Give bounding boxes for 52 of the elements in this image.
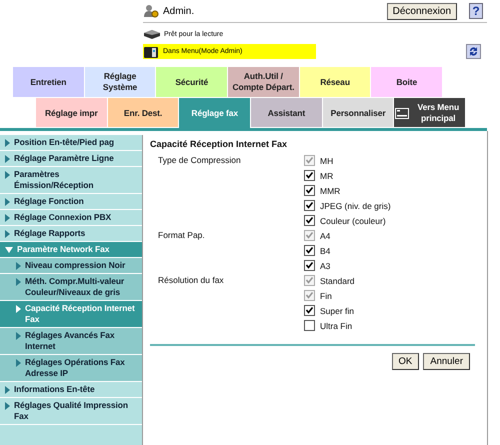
checkbox[interactable] bbox=[304, 185, 315, 196]
screen-icon bbox=[395, 108, 410, 118]
ok-button[interactable]: OK bbox=[392, 353, 420, 370]
tab[interactable]: Personnaliser bbox=[322, 98, 394, 128]
sidebar-item[interactable]: Niveau compression Noir bbox=[0, 258, 142, 274]
caret-icon bbox=[16, 332, 21, 340]
checkbox[interactable] bbox=[304, 260, 315, 271]
sidebar-item[interactable]: Méth. Compr.Multi-valeur Couleur/Niveaux de gris bbox=[0, 274, 142, 301]
tab[interactable]: Assistant bbox=[251, 98, 323, 128]
user-gear-icon bbox=[143, 4, 159, 18]
checkbox-label: JPEG (niv. de gris) bbox=[320, 200, 391, 210]
checkbox[interactable] bbox=[304, 200, 315, 211]
checkbox-label: Super fin bbox=[320, 306, 354, 316]
checkbox[interactable] bbox=[304, 320, 315, 331]
checkbox-label: Fin bbox=[320, 290, 332, 300]
checkbox-label: Couleur (couleur) bbox=[320, 216, 386, 226]
tab[interactable]: Enr. Dest. bbox=[108, 98, 180, 128]
logout-button[interactable]: Déconnexion bbox=[386, 2, 457, 20]
checkbox-label: A4 bbox=[320, 230, 330, 240]
sidebar-item[interactable]: Réglages Avancés Fax Internet bbox=[0, 328, 142, 355]
sidebar-item[interactable]: Réglages Opérations Fax Adresse IP bbox=[0, 355, 142, 382]
scanner-icon bbox=[143, 29, 161, 39]
main-menu-button[interactable]: Vers Menu principal bbox=[394, 98, 466, 128]
checkbox[interactable] bbox=[304, 215, 315, 226]
refresh-icon[interactable] bbox=[466, 44, 481, 59]
help-button[interactable]: ? bbox=[469, 3, 483, 19]
tab[interactable]: Sécurité bbox=[156, 67, 228, 97]
field-label: Type de Compression bbox=[157, 154, 242, 167]
tab[interactable]: Boite bbox=[371, 67, 444, 97]
tab[interactable]: Auth.Util / Compte Départ. bbox=[228, 67, 300, 97]
tab[interactable]: Réglage impr bbox=[36, 98, 108, 128]
checkbox-label: MR bbox=[320, 170, 334, 180]
checkbox-label: Ultra Fin bbox=[320, 320, 352, 330]
cancel-button[interactable]: Annuler bbox=[423, 353, 470, 370]
printer-icon bbox=[143, 44, 159, 58]
tab[interactable]: Réseau bbox=[300, 67, 372, 97]
field-label: Résolution du fax bbox=[157, 274, 225, 287]
tab[interactable]: Réglage Système bbox=[84, 67, 156, 97]
checkbox-label: MH bbox=[320, 156, 334, 166]
tab[interactable]: Entretien bbox=[13, 67, 85, 97]
caret-icon bbox=[16, 305, 21, 313]
checkbox-label: Standard bbox=[320, 276, 354, 286]
checkbox[interactable] bbox=[304, 245, 315, 256]
checkbox-label: B4 bbox=[320, 246, 330, 256]
checkbox-label: A3 bbox=[320, 260, 330, 270]
section-title: Capacité Réception Internet Fax bbox=[150, 139, 288, 149]
checkbox[interactable] bbox=[304, 170, 315, 181]
checkbox-label: MMR bbox=[320, 186, 340, 196]
user-name: Admin. bbox=[163, 6, 194, 16]
field-label: Format Pap. bbox=[157, 229, 206, 242]
checkbox[interactable] bbox=[304, 305, 315, 316]
caret-icon bbox=[16, 359, 21, 367]
